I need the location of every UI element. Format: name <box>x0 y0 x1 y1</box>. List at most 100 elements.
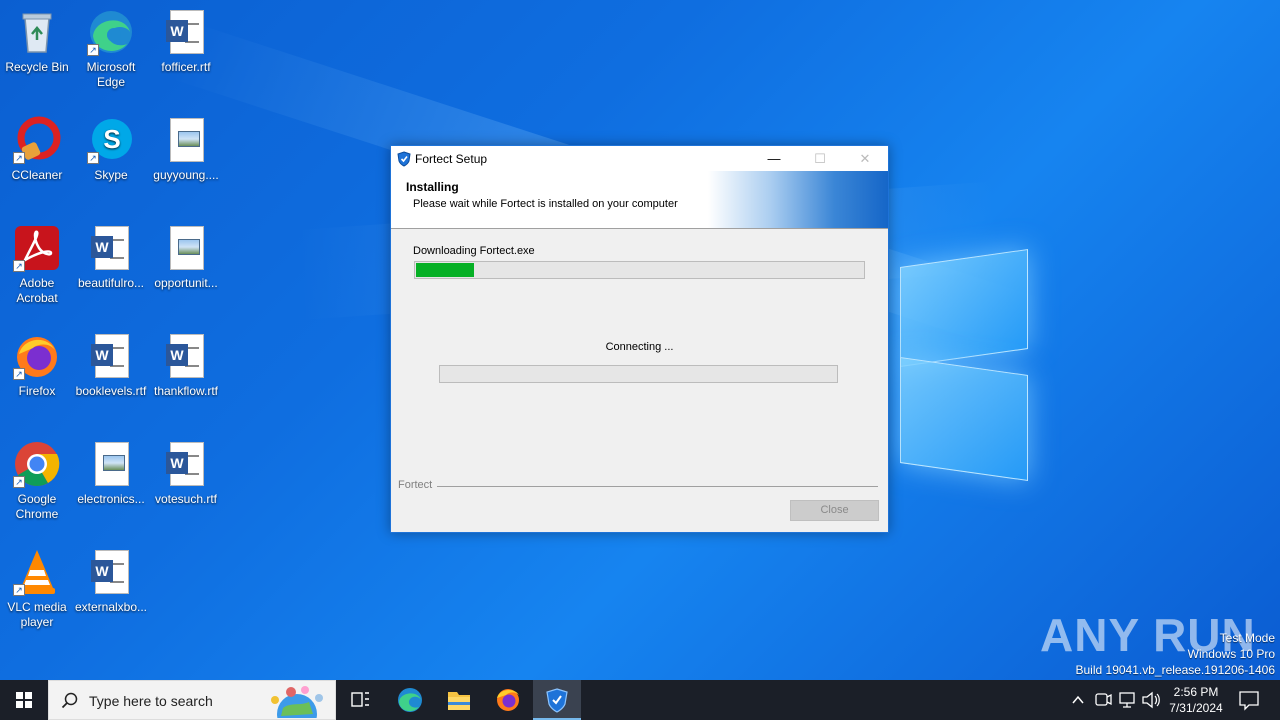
desktop-icon-externalxbo[interactable]: W externalxbo... <box>74 548 148 615</box>
minimize-button[interactable]: — <box>751 146 797 171</box>
word-document-icon: W <box>87 332 135 380</box>
desktop-icon-label: guyyoung.... <box>153 168 219 182</box>
desktop-icon-thankflow[interactable]: W thankflow.rtf <box>149 332 223 399</box>
taskbar-task-view[interactable] <box>336 680 384 720</box>
header-subtitle: Please wait while Fortect is installed o… <box>413 198 678 210</box>
shortcut-arrow-icon: ↗ <box>13 584 25 596</box>
dialog-titlebar[interactable]: Fortect Setup — ☐ ✕ <box>391 146 888 171</box>
shortcut-arrow-icon: ↗ <box>87 44 99 56</box>
taskbar-clock[interactable]: 2:56 PM 7/31/2024 <box>1160 684 1232 716</box>
search-highlight-icon <box>261 684 333 720</box>
maximize-button: ☐ <box>814 151 826 166</box>
desktop-icon-label: opportunit... <box>154 276 218 290</box>
skype-icon: S ↗ <box>87 116 135 164</box>
volume-icon <box>1142 691 1160 709</box>
status-label: Connecting ... <box>605 341 674 353</box>
desktop-icon-label: Skype <box>94 168 128 182</box>
windows-logo-wallpaper <box>895 240 1030 481</box>
desktop-icon-votesuch[interactable]: W votesuch.rtf <box>149 440 223 507</box>
svg-text:S: S <box>103 124 120 154</box>
image-file-icon <box>162 116 210 164</box>
desktop-icon-label: VLC media player <box>7 600 67 629</box>
desktop-icon-label: Google Chrome <box>15 492 59 521</box>
close-button[interactable]: Close <box>790 500 879 521</box>
start-button[interactable] <box>0 680 48 720</box>
task-view-icon <box>351 692 369 707</box>
dialog-title: Fortect Setup <box>415 152 488 166</box>
close-window-button[interactable]: ✕ <box>842 146 888 171</box>
meet-now-icon <box>1095 693 1112 706</box>
desktop-icon-microsoft-edge[interactable]: ↗ Microsoft Edge <box>74 8 148 90</box>
taskbar-firefox[interactable] <box>484 680 532 720</box>
desktop-icon-label: CCleaner <box>11 168 63 182</box>
tray-teams-icon-button[interactable] <box>1092 680 1114 720</box>
desktop-icon-label: Adobe Acrobat <box>16 276 58 305</box>
desktop-icon-skype[interactable]: S ↗ Skype <box>74 116 148 183</box>
status-progress-bar <box>439 365 838 383</box>
notification-icon <box>1239 691 1259 711</box>
shortcut-arrow-icon: ↗ <box>13 260 25 272</box>
search-icon <box>61 692 79 710</box>
desktop-icon-label: electronics... <box>77 492 145 506</box>
dialog-header: Installing Please wait while Fortect is … <box>391 171 888 229</box>
desktop-icon-vlc[interactable]: ↗ VLC media player <box>0 548 74 630</box>
firefox-icon <box>497 689 519 711</box>
desktop-icon-recycle-bin[interactable]: Recycle Bin <box>0 8 74 75</box>
tray-network-button[interactable] <box>1116 680 1138 720</box>
taskbar-file-explorer[interactable] <box>435 680 483 720</box>
clock-date: 7/31/2024 <box>1169 701 1223 715</box>
fortect-shield-icon <box>396 151 412 167</box>
clock-time: 2:56 PM <box>1173 685 1219 699</box>
action-center-button[interactable] <box>1234 680 1264 720</box>
brand-label: Fortect <box>398 479 433 491</box>
taskbar: Type here to search 2:56 PM 7/31/2024 <box>0 680 1280 720</box>
test-mode-text: Test Mode <box>1219 631 1275 645</box>
brand-divider <box>437 486 878 487</box>
desktop-icon-guyyoung[interactable]: guyyoung.... <box>149 116 223 183</box>
search-placeholder: Type here to search <box>89 693 213 709</box>
firefox-icon: ↗ <box>13 332 61 380</box>
download-label: Downloading Fortect.exe <box>413 245 535 257</box>
taskbar-search-box[interactable]: Type here to search <box>48 680 336 720</box>
build-text: Build 19041.vb_release.191206-1406 <box>1075 663 1276 677</box>
desktop-icon-beautifulro[interactable]: W beautifulro... <box>74 224 148 291</box>
taskbar-edge[interactable] <box>386 680 434 720</box>
shortcut-arrow-icon: ↗ <box>13 152 25 164</box>
desktop-icon-fofficer[interactable]: W fofficer.rtf <box>149 8 223 75</box>
word-document-icon: W <box>162 332 210 380</box>
ccleaner-icon: ↗ <box>13 116 61 164</box>
desktop-icon-ccleaner[interactable]: ↗ CCleaner <box>0 116 74 183</box>
desktop-icon-label: Microsoft Edge <box>86 60 136 89</box>
windows-edition-text: Windows 10 Pro <box>1187 647 1275 661</box>
word-document-icon: W <box>162 440 210 488</box>
desktop-icon-label: fofficer.rtf <box>161 60 211 74</box>
desktop-icon-opportunit[interactable]: opportunit... <box>149 224 223 291</box>
taskbar-fortect[interactable] <box>533 680 581 720</box>
system-info-watermark: Test Mode Windows 10 Pro Build 19041.vb_… <box>1076 630 1276 678</box>
windows-start-icon <box>16 692 32 708</box>
shortcut-arrow-icon: ↗ <box>87 152 99 164</box>
desktop-icon-label: thankflow.rtf <box>153 384 219 398</box>
tray-overflow-button[interactable] <box>1068 680 1088 720</box>
shortcut-arrow-icon: ↗ <box>13 476 25 488</box>
desktop-icon-label: Recycle Bin <box>5 60 69 74</box>
header-banner-graphic <box>708 171 888 228</box>
recycle-bin-icon <box>13 8 61 56</box>
desktop-icon-booklevels[interactable]: W booklevels.rtf <box>74 332 148 399</box>
desktop-icon-label: Firefox <box>18 384 56 398</box>
desktop-icon-electronics[interactable]: electronics... <box>74 440 148 507</box>
vlc-icon: ↗ <box>13 548 61 596</box>
chevron-up-icon <box>1072 695 1084 704</box>
download-progress-bar <box>414 261 865 279</box>
edge-icon: ↗ <box>87 8 135 56</box>
word-document-icon: W <box>162 8 210 56</box>
dialog-body: Downloading Fortect.exe Connecting ... F… <box>391 230 888 532</box>
fortect-setup-dialog: Fortect Setup — ☐ ✕ Installing Please wa… <box>390 145 889 533</box>
desktop-icon-adobe-acrobat[interactable]: ↗ Adobe Acrobat <box>0 224 74 306</box>
tray-volume-button[interactable] <box>1140 680 1162 720</box>
shortcut-arrow-icon: ↗ <box>13 368 25 380</box>
word-document-icon: W <box>87 224 135 272</box>
desktop-icon-google-chrome[interactable]: ↗ Google Chrome <box>0 440 74 522</box>
acrobat-icon: ↗ <box>13 224 61 272</box>
desktop-icon-firefox[interactable]: ↗ Firefox <box>0 332 74 399</box>
